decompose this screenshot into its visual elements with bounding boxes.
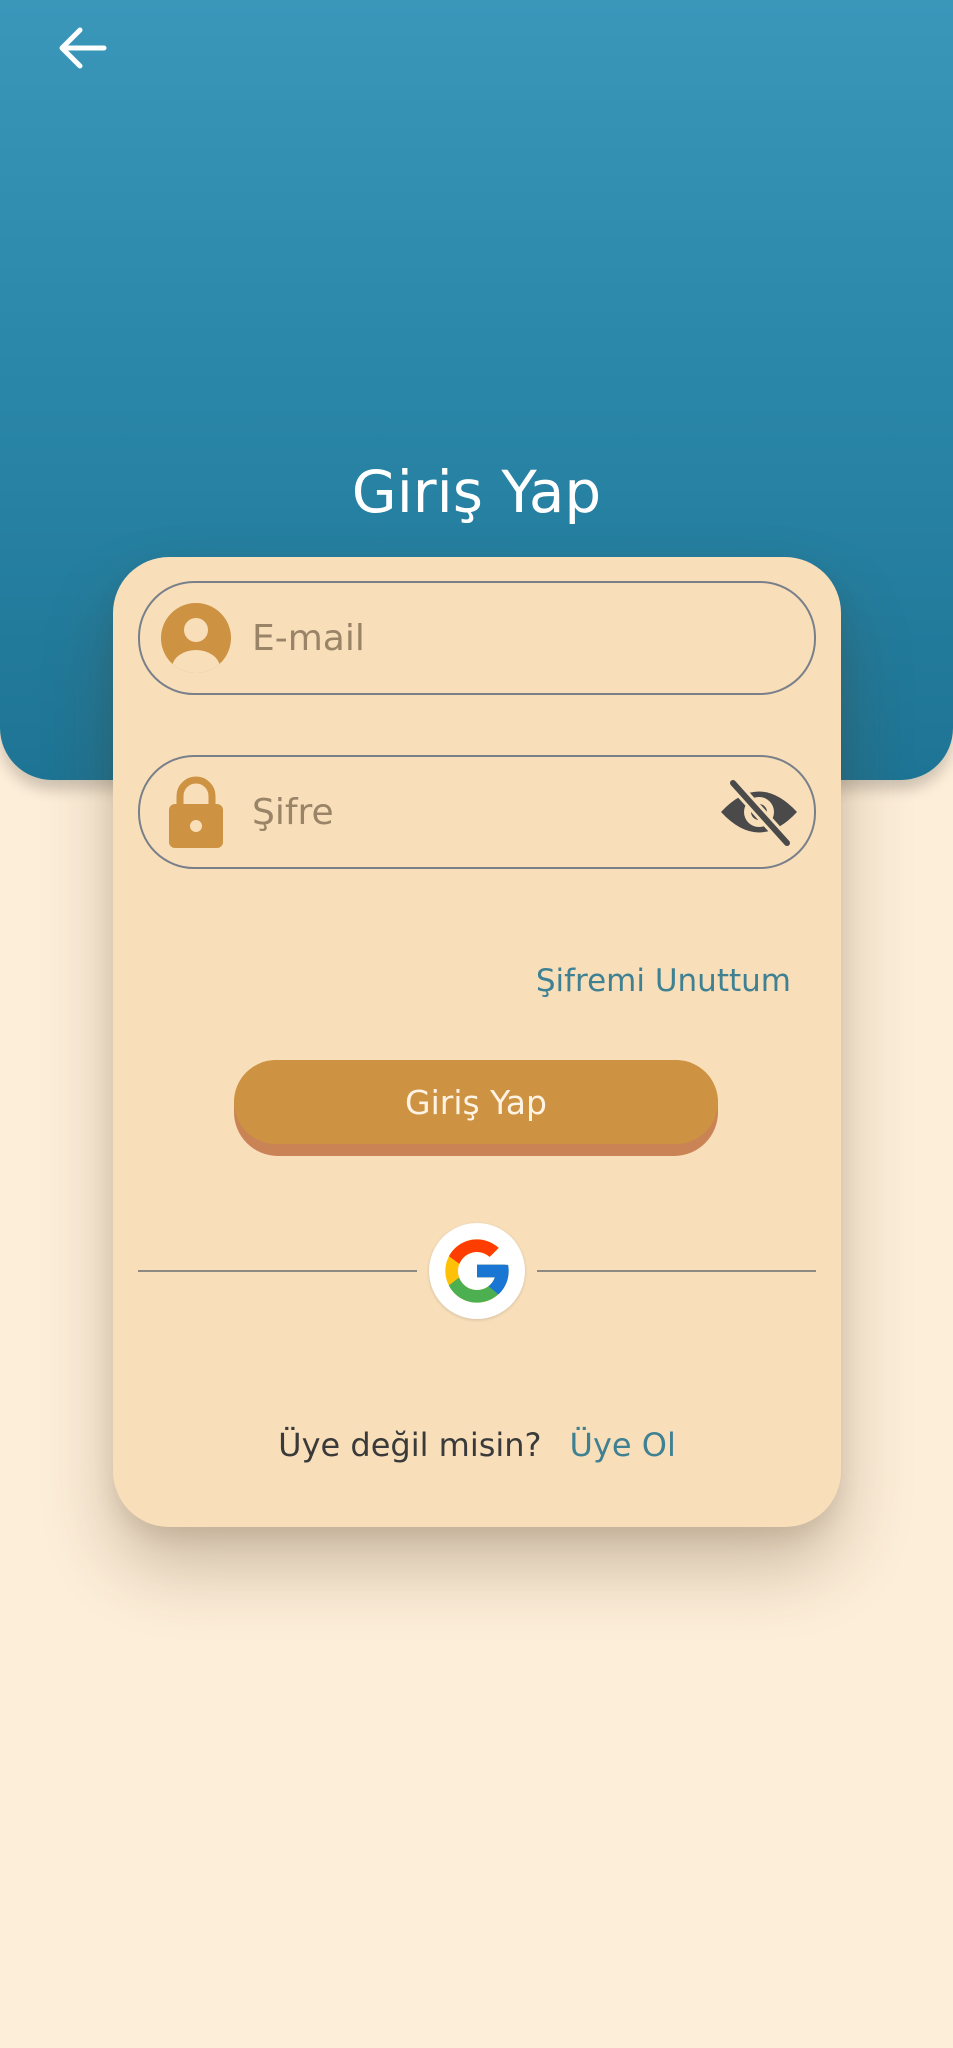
eye-slash-icon	[721, 777, 797, 847]
signup-link[interactable]: Üye Ol	[570, 1423, 676, 1467]
password-input[interactable]	[252, 757, 692, 867]
forgot-password-link[interactable]: Şifremi Unuttum	[536, 961, 791, 1001]
toggle-password-visibility[interactable]	[718, 777, 800, 847]
divider-right	[537, 1270, 816, 1272]
divider-left	[138, 1270, 417, 1272]
padlock-icon	[160, 776, 232, 848]
back-arrow-icon	[59, 27, 107, 69]
login-card: Şifremi Unuttum Giriş Yap Üye değil misi…	[113, 557, 841, 1527]
login-button[interactable]: Giriş Yap	[234, 1060, 718, 1144]
google-signin-button[interactable]	[429, 1223, 525, 1319]
google-icon	[445, 1239, 509, 1303]
login-button-container[interactable]: Giriş Yap	[234, 1060, 718, 1156]
back-button[interactable]	[44, 16, 120, 80]
password-field[interactable]	[138, 755, 816, 869]
page-title: Giriş Yap	[351, 458, 602, 526]
signup-question: Üye değil misin?	[278, 1426, 542, 1464]
signup-prompt: Üye değil misin? Üye Ol	[113, 1423, 841, 1467]
user-avatar-icon	[160, 602, 232, 674]
email-field[interactable]	[138, 581, 816, 695]
email-input[interactable]	[252, 583, 692, 693]
